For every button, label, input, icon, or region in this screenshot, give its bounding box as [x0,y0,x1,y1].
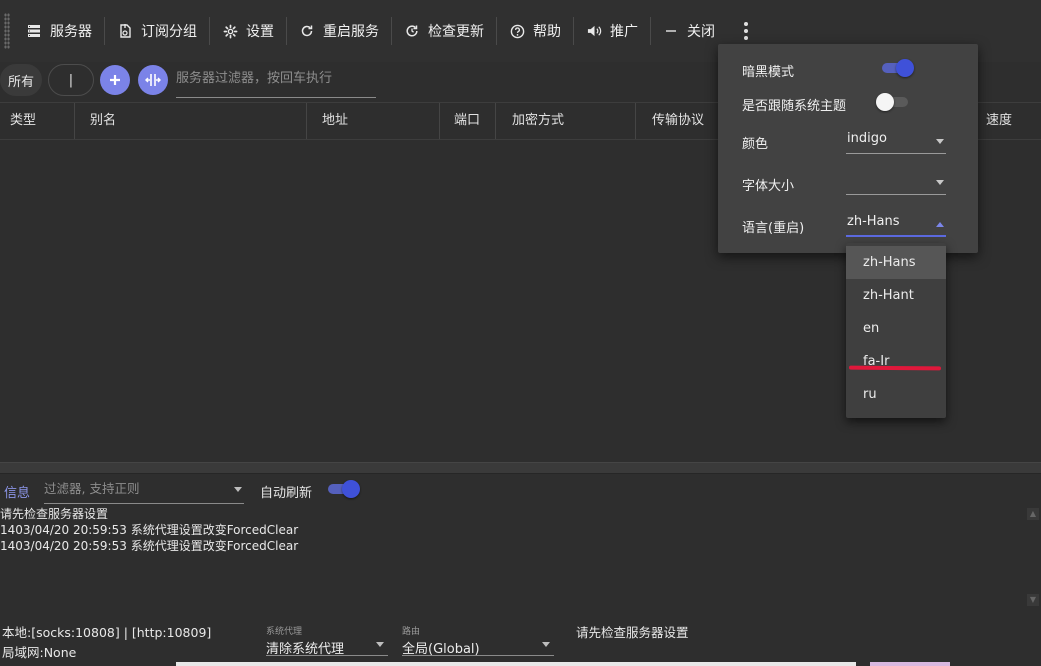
chevron-down-icon [542,642,550,647]
split-arrows-icon [145,74,161,86]
server-icon [26,23,42,39]
status-message: 请先检查服务器设置 [576,625,689,640]
column-header-address[interactable]: 地址 [307,103,440,139]
column-header-transport[interactable]: 传输协议 [636,103,718,139]
all-group-chip-label: 所有 [7,74,34,90]
taskbar-strip [870,662,950,666]
update-icon [404,23,420,39]
chevron-down-icon [376,642,384,647]
color-value: indigo [847,131,887,146]
plus-icon [110,75,120,85]
column-header-encryption[interactable]: 加密方式 [496,103,636,139]
restart-service-button[interactable]: 重启服务 [287,13,391,49]
log-panel: 信息 过滤器, 支持正则 自动刷新 请先检查服务器设置 1403/04/20 2… [0,474,1041,614]
chevron-up-icon [936,222,944,227]
promote-button[interactable]: 推广 [574,13,650,49]
log-tab-info[interactable]: 信息 [4,482,30,501]
language-option-en[interactable]: en [846,312,946,345]
auto-refresh-label: 自动刷新 [260,486,313,501]
language-option-zh-hant[interactable]: zh-Hant [846,279,946,312]
language-option-zh-hans[interactable]: zh-Hans [846,246,946,279]
dark-mode-label: 暗黑模式 [742,65,795,80]
column-header-type[interactable]: 类型 [0,103,75,139]
group-separator-chip-label: | [68,72,74,88]
color-select[interactable]: indigo [846,128,946,154]
log-line: 请先检查服务器设置 [0,507,109,521]
log-line: 1403/04/20 20:59:53 系统代理设置改变ForcedClear [0,523,299,537]
follow-system-theme-label: 是否跟随系统主题 [742,99,847,114]
log-output[interactable]: 请先检查服务器设置 1403/04/20 20:59:53 系统代理设置改变Fo… [0,506,298,554]
check-update-button[interactable]: 检查更新 [392,13,496,49]
auto-refresh-toggle[interactable] [326,480,360,498]
language-value: zh-Hans [847,214,900,229]
servers-button[interactable]: 服务器 [14,13,104,49]
log-filter-placeholder: 过滤器, 支持正则 [44,481,140,496]
server-filter-placeholder: 服务器过滤器，按回车执行 [176,71,333,86]
follow-system-theme-toggle[interactable] [876,93,910,111]
help-label: 帮助 [533,24,561,40]
chevron-down-icon [936,180,944,185]
servers-label: 服务器 [50,24,92,40]
help-icon [509,23,525,39]
sort-servers-button[interactable] [138,65,168,95]
dark-mode-toggle[interactable] [880,59,914,77]
panel-splitter[interactable] [0,462,1041,474]
close-button[interactable]: 关闭 [651,13,727,49]
check-update-label: 检查更新 [428,24,484,40]
color-label: 颜色 [742,137,769,152]
subscription-group-button[interactable]: 订阅分组 [105,13,209,49]
speaker-icon [586,23,602,39]
log-line: 1403/04/20 20:59:53 系统代理设置改变ForcedClear [0,539,299,553]
scroll-up-icon[interactable]: ▲ [1027,508,1039,520]
minus-icon [663,23,679,39]
chevron-down-icon[interactable] [234,487,242,492]
language-select[interactable]: zh-Hans [846,211,946,237]
system-proxy-select[interactable]: 系统代理 清除系统代理 [266,624,388,657]
all-group-chip[interactable]: 所有 [0,64,42,96]
language-dropdown-list: zh-Hans zh-Hant en fa-Ir ru [846,243,946,418]
settings-label: 设置 [246,24,274,40]
chevron-down-icon [936,139,944,144]
font-size-select[interactable] [846,169,946,195]
language-option-ru[interactable]: ru [846,378,946,411]
help-button[interactable]: 帮助 [497,13,573,49]
close-label: 关闭 [687,24,715,40]
subscription-group-label: 订阅分组 [141,24,197,40]
refresh-icon [299,23,315,39]
scroll-down-icon[interactable]: ▼ [1027,594,1039,606]
settings-popup: 暗黑模式 是否跟随系统主题 颜色 indigo 字体大小 语言(重启) zh-H… [718,44,978,253]
toolbar-grip[interactable] [4,13,10,49]
add-server-button[interactable] [100,65,130,95]
gear-icon [222,23,238,39]
font-size-label: 字体大小 [742,179,795,194]
routing-select[interactable]: 路由 全局(Global) [402,624,554,657]
routing-value: 全局(Global) [402,642,480,657]
subscription-icon [117,23,133,39]
column-header-speed[interactable]: 速度(M/s) [976,103,1041,164]
settings-button[interactable]: 设置 [210,13,286,49]
taskbar-strip [176,662,856,666]
server-filter-input[interactable]: 服务器过滤器，按回车执行 [176,66,376,98]
lan-text: 局域网:None [2,645,77,660]
group-separator-chip[interactable]: | [48,64,94,96]
column-header-alias[interactable]: 别名 [75,103,307,139]
local-ports-text: 本地:[socks:10808] | [http:10809] [2,625,212,640]
status-bar: 本地:[socks:10808] | [http:10809] 局域网:None… [0,614,1041,666]
restart-service-label: 重启服务 [323,24,379,40]
promote-label: 推广 [610,24,638,40]
system-proxy-label: 系统代理 [266,627,303,637]
column-header-port[interactable]: 端口 [440,103,496,139]
system-proxy-value: 清除系统代理 [266,642,345,657]
language-option-fa-ir[interactable]: fa-Ir [846,345,946,378]
log-filter-input[interactable]: 过滤器, 支持正则 [44,478,244,504]
annotation-underline [848,365,942,371]
language-label: 语言(重启) [742,221,805,236]
routing-label: 路由 [402,627,421,637]
